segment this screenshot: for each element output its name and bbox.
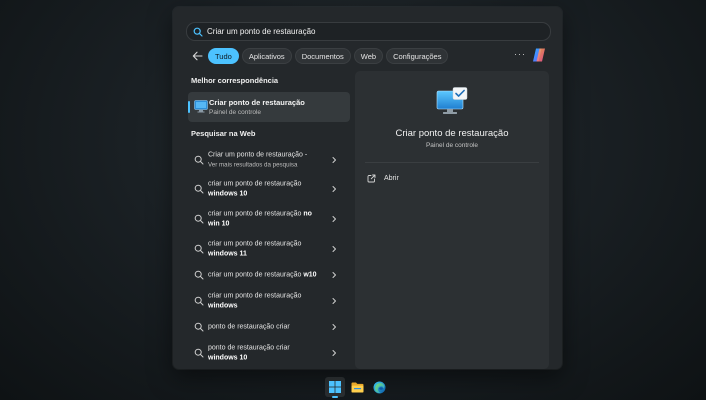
file-explorer-button[interactable]	[347, 377, 367, 397]
web-result-item[interactable]: criar um ponto de restauração no win 10	[188, 204, 350, 234]
tab-web[interactable]: Web	[353, 48, 384, 64]
search-icon	[194, 244, 204, 254]
start-icon	[329, 381, 341, 393]
chevron-right-icon	[332, 298, 336, 304]
tab-documents[interactable]: Documentos	[294, 48, 351, 64]
chevron-right-icon	[332, 216, 336, 222]
chevron-right-icon	[332, 324, 336, 330]
tab-all[interactable]: Tudo	[208, 48, 239, 64]
search-icon	[194, 214, 204, 224]
web-result-text: criar um ponto de restauração windows	[208, 292, 302, 310]
web-result-text: Criar um ponto de restauração - Ver mais …	[208, 151, 308, 169]
edge-icon	[373, 381, 385, 393]
edge-button[interactable]	[369, 377, 389, 397]
arrow-left-icon	[192, 51, 203, 61]
chevron-right-icon	[332, 246, 336, 252]
web-result-item[interactable]: ponto de restauração criar windows 10	[188, 338, 350, 368]
detail-pane: Criar ponto de restauração Painel de con…	[355, 71, 549, 369]
web-result-item[interactable]: criar um ponto de restauração windows 10	[188, 174, 350, 204]
file-explorer-icon	[351, 382, 363, 392]
active-indicator	[332, 396, 338, 398]
search-icon	[194, 270, 204, 280]
chevron-right-icon	[332, 186, 336, 192]
filter-tabs: Tudo Aplicativos Documentos Web Configur…	[208, 48, 449, 64]
open-action[interactable]: Abrir	[367, 174, 399, 183]
web-result-text: ponto de restauração criar windows 10	[208, 344, 290, 362]
web-result-text: criar um ponto de restauração windows 10	[208, 180, 302, 198]
best-match-title: Criar ponto de restauração	[209, 98, 305, 107]
divider	[365, 162, 539, 163]
tab-apps[interactable]: Aplicativos	[241, 48, 292, 64]
web-result-subtext: Ver mais resultados da pesquisa	[208, 161, 298, 168]
web-result-text: criar um ponto de restauração w10	[208, 271, 317, 279]
copilot-icon	[533, 48, 545, 62]
search-box[interactable]	[186, 22, 551, 41]
web-result-text: criar um ponto de restauração windows 11	[208, 240, 302, 258]
taskbar	[0, 374, 706, 400]
chevron-right-icon	[332, 350, 336, 356]
search-panel: Tudo Aplicativos Documentos Web Configur…	[173, 7, 562, 369]
web-results-list: Criar um ponto de restauração - Ver mais …	[188, 146, 350, 368]
web-result-item[interactable]: criar um ponto de restauração w10	[188, 264, 350, 286]
best-match-heading: Melhor correspondência	[191, 76, 279, 85]
web-result-item[interactable]: Criar um ponto de restauração - Ver mais …	[188, 146, 350, 174]
search-icon	[194, 184, 204, 194]
web-result-item[interactable]: criar um ponto de restauração windows 11	[188, 234, 350, 264]
detail-subtitle: Painel de controle	[425, 142, 479, 149]
web-result-item[interactable]: ponto de restauração criar	[188, 316, 350, 338]
copilot-button[interactable]	[531, 47, 547, 63]
detail-title: Criar ponto de restauração	[395, 128, 509, 139]
search-icon	[193, 27, 203, 37]
back-button[interactable]	[190, 49, 204, 63]
web-result-text: criar um ponto de restauração no win 10	[208, 210, 312, 228]
selection-indicator	[188, 101, 190, 113]
best-match-subtitle: Painel de controle	[209, 109, 262, 116]
web-result-text: ponto de restauração criar	[208, 323, 290, 331]
chevron-right-icon	[332, 272, 336, 278]
chevron-right-icon	[332, 157, 336, 163]
open-label: Abrir	[384, 175, 399, 182]
start-button[interactable]	[325, 377, 345, 398]
search-icon	[194, 322, 204, 332]
best-match-item[interactable]: Criar ponto de restauração Painel de con…	[188, 92, 350, 122]
more-options-button[interactable]: ···	[514, 49, 526, 59]
search-icon	[194, 348, 204, 358]
system-restore-icon	[194, 100, 208, 113]
web-search-heading: Pesquisar na Web	[191, 129, 256, 138]
search-icon	[194, 296, 204, 306]
web-result-item[interactable]: criar um ponto de restauração windows	[188, 286, 350, 316]
tab-settings[interactable]: Configurações	[386, 48, 449, 64]
search-input[interactable]	[207, 27, 507, 36]
search-icon	[194, 155, 204, 165]
system-restore-icon	[436, 87, 468, 117]
open-external-icon	[367, 174, 376, 183]
